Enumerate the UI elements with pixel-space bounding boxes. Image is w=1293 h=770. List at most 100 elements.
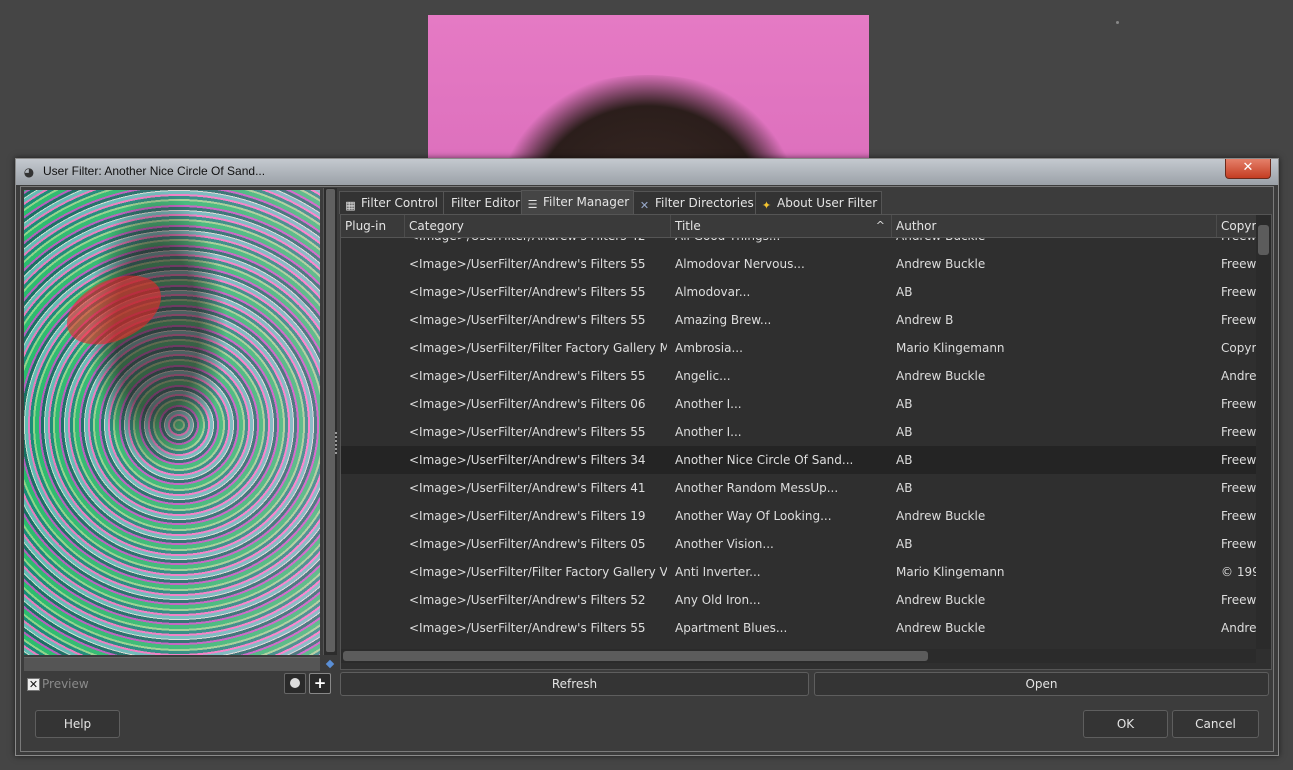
cell-plugin xyxy=(345,238,403,250)
table-row[interactable]: <Image>/UserFilter/Andrew's Filters 55 An… xyxy=(341,362,1256,390)
cell-category: <Image>/UserFilter/Andrew's Filters 55 xyxy=(409,621,646,635)
cell-author: Andrew Buckle xyxy=(896,257,986,271)
tab-filter-editor[interactable]: Filter Editor xyxy=(443,191,522,214)
preview-vertical-scrollbar[interactable] xyxy=(323,188,337,655)
cell-plugin xyxy=(345,474,403,502)
tab-filter-control[interactable]: ▦ Filter Control xyxy=(339,191,444,214)
table-row[interactable]: <Image>/UserFilter/Andrew's Filters 41 An… xyxy=(341,474,1256,502)
column-header-category[interactable]: Category xyxy=(405,215,671,237)
cell-plugin xyxy=(345,558,403,586)
cell-copyright: Freeware xyxy=(1221,238,1256,250)
list-vertical-scroll-thumb[interactable] xyxy=(1258,225,1269,255)
star-icon: ✦ xyxy=(761,199,772,212)
table-row[interactable]: <Image>/UserFilter/Andrew's Filters 55 Al… xyxy=(341,250,1256,278)
table-row[interactable]: <Image>/UserFilter/Andrew's Filters 55 Al… xyxy=(341,278,1256,306)
dialog-body: ✕ Preview + ▦ Filter Control Filter Edito… xyxy=(20,186,1274,752)
table-row[interactable]: <Image>/UserFilter/Filter Factory Galler… xyxy=(341,334,1256,362)
cell-title: Almodovar Nervous... xyxy=(675,257,805,271)
cell-copyright: Freeware xyxy=(1221,509,1256,523)
column-header-title[interactable]: Title ^ xyxy=(671,215,892,237)
cell-title: Another Vision... xyxy=(675,537,774,551)
help-button[interactable]: Help xyxy=(35,710,120,738)
cell-copyright: Freeware xyxy=(1221,593,1256,607)
cell-category: <Image>/UserFilter/Andrew's Filters 42 xyxy=(409,238,667,250)
cell-author: AB xyxy=(896,285,913,299)
preview-image xyxy=(24,190,320,655)
dialog-titlebar[interactable]: ◕ User Filter: Another Nice Circle Of Sa… xyxy=(16,159,1278,185)
cell-plugin xyxy=(345,250,403,278)
cell-plugin xyxy=(345,278,403,306)
table-row[interactable]: <Image>/UserFilter/Andrew's Filters 06 An… xyxy=(341,390,1256,418)
cell-copyright: Freeware xyxy=(1221,425,1256,439)
column-header-author[interactable]: Author xyxy=(892,215,1217,237)
cell-category: <Image>/UserFilter/Andrew's Filters 55 xyxy=(409,257,646,271)
cell-copyright: Freeware xyxy=(1221,313,1256,327)
cell-author: AB xyxy=(896,397,913,411)
cell-author: Andrew Buckle xyxy=(896,238,1214,250)
cell-category: <Image>/UserFilter/Andrew's Filters 55 xyxy=(409,285,646,299)
canvas-image xyxy=(428,15,869,165)
table-row-selected[interactable]: <Image>/UserFilter/Andrew's Filters 34 An… xyxy=(341,446,1256,474)
zoom-out-button[interactable] xyxy=(284,673,306,694)
cell-category: <Image>/UserFilter/Andrew's Filters 55 xyxy=(409,313,646,327)
column-header-plugin[interactable]: Plug-in xyxy=(341,215,405,237)
canvas-marker xyxy=(1116,21,1119,24)
list-horizontal-scrollbar[interactable] xyxy=(341,649,1256,663)
table-row[interactable]: <Image>/UserFilter/Andrew's Filters 05 An… xyxy=(341,530,1256,558)
preview-vertical-scroll-thumb[interactable] xyxy=(326,189,335,652)
tab-filter-control-label: Filter Control xyxy=(361,196,438,210)
table-row[interactable]: <Image>/UserFilter/Andrew's Filters 55 Ap… xyxy=(341,614,1256,642)
cell-category: <Image>/UserFilter/Filter Factory Galler… xyxy=(409,565,667,579)
ok-button[interactable]: OK xyxy=(1083,710,1168,738)
cell-author: Mario Klingemann xyxy=(896,565,1005,579)
open-button[interactable]: Open xyxy=(814,672,1269,696)
list-vertical-scrollbar[interactable] xyxy=(1256,215,1271,649)
cell-title: All Good Things... xyxy=(675,238,889,250)
cell-title: Almodovar... xyxy=(675,285,751,299)
cell-title: Another I... xyxy=(675,425,742,439)
tab-filter-manager[interactable]: ☰ Filter Manager xyxy=(521,190,634,214)
cancel-button[interactable]: Cancel xyxy=(1172,710,1259,738)
tab-filter-directories-label: Filter Directories xyxy=(655,196,754,210)
cell-title: Apartment Blues... xyxy=(675,621,788,635)
navigate-icon[interactable] xyxy=(324,657,336,670)
cell-author: Andrew Buckle xyxy=(896,621,986,635)
list-horizontal-scroll-thumb[interactable] xyxy=(343,651,928,661)
sort-ascending-icon: ^ xyxy=(875,219,885,232)
table-row[interactable]: <Image>/UserFilter/Andrew's Filters 52 An… xyxy=(341,586,1256,614)
table-row[interactable]: <Image>/UserFilter/Andrew's Filters 19 An… xyxy=(341,502,1256,530)
cell-plugin xyxy=(345,362,403,390)
cell-category: <Image>/UserFilter/Andrew's Filters 06 xyxy=(409,397,646,411)
zoom-out-icon xyxy=(290,678,300,688)
tab-filter-editor-label: Filter Editor xyxy=(451,196,521,210)
preview-pane[interactable] xyxy=(24,190,320,655)
cell-author: Andrew Buckle xyxy=(896,593,986,607)
cell-category: <Image>/UserFilter/Andrew's Filters 34 xyxy=(409,453,646,467)
table-row[interactable]: <Image>/UserFilter/Andrew's Filters 55 An… xyxy=(341,418,1256,446)
table-row[interactable]: <Image>/UserFilter/Andrew's Filters 42 Al… xyxy=(341,238,1256,250)
cell-author: AB xyxy=(896,481,913,495)
list-rows: <Image>/UserFilter/Andrew's Filters 42 Al… xyxy=(341,238,1256,647)
zoom-in-button[interactable]: + xyxy=(309,673,331,694)
preview-horizontal-scrollbar[interactable] xyxy=(24,657,320,671)
tab-filter-directories[interactable]: ✕ Filter Directories xyxy=(633,191,756,214)
cell-plugin xyxy=(345,586,403,614)
cell-title: Anti Inverter... xyxy=(675,565,761,579)
cell-copyright: Freeware xyxy=(1221,285,1256,299)
table-row[interactable]: <Image>/UserFilter/Andrew's Filters 55 Am… xyxy=(341,306,1256,334)
cell-plugin xyxy=(345,334,403,362)
cell-title: Angelic... xyxy=(675,369,731,383)
list-header: Plug-in Category Title^ Author Copyright xyxy=(341,215,1271,238)
cell-plugin xyxy=(345,530,403,558)
close-button[interactable]: ✕ xyxy=(1225,159,1271,179)
cell-category: <Image>/UserFilter/Andrew's Filters 41 xyxy=(409,481,646,495)
preview-checkbox[interactable]: ✕ xyxy=(27,678,40,691)
tab-about-user-filter[interactable]: ✦ About User Filter xyxy=(755,191,882,214)
filter-control-icon: ▦ xyxy=(345,199,356,212)
refresh-button[interactable]: Refresh xyxy=(340,672,809,696)
cell-title: Another Random MessUp... xyxy=(675,481,839,495)
cell-copyright: Andrew Buckle xyxy=(1221,621,1256,635)
cell-copyright: Freeware xyxy=(1221,537,1256,551)
cell-title: Amazing Brew... xyxy=(675,313,772,327)
table-row[interactable]: <Image>/UserFilter/Filter Factory Galler… xyxy=(341,558,1256,586)
